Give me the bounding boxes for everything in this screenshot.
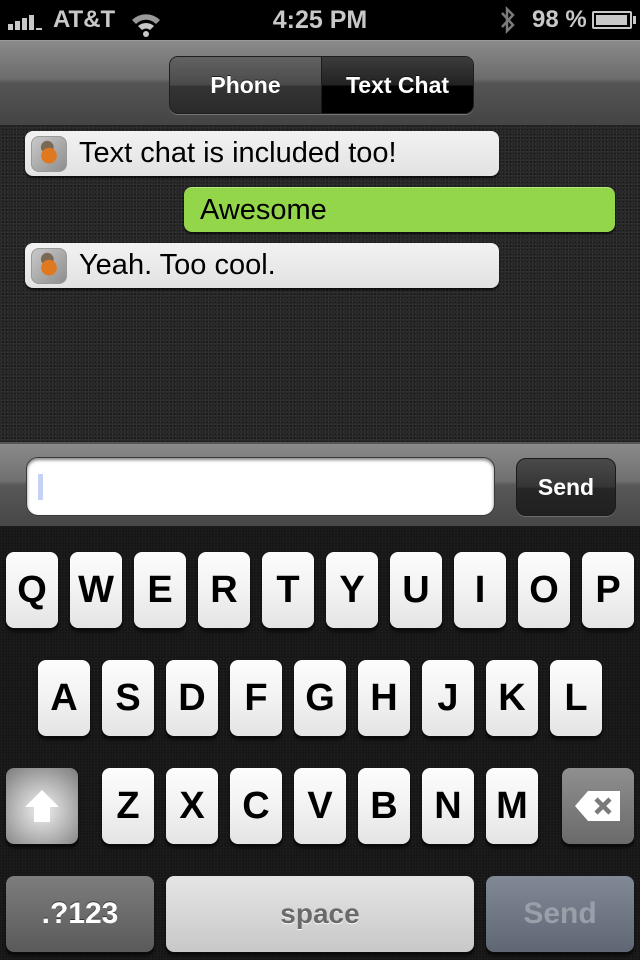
status-bar: AT&T 4:25 PM 98 % — [0, 0, 640, 40]
backspace-icon — [575, 791, 620, 821]
key-k[interactable]: K — [486, 660, 538, 736]
key-m[interactable]: M — [486, 768, 538, 844]
key-q[interactable]: Q — [6, 552, 58, 628]
battery-icon — [592, 0, 636, 40]
segmented-control: Phone Text Chat — [169, 56, 474, 114]
key-x[interactable]: X — [166, 768, 218, 844]
key-i[interactable]: I — [454, 552, 506, 628]
key-a[interactable]: A — [38, 660, 90, 736]
keyboard: QWERTYUIOP ASDFGHJKL ZXCVBNM .?123 space… — [0, 528, 640, 960]
message-bubble-incoming: Text chat is included too! — [25, 131, 499, 176]
bluetooth-icon — [499, 0, 517, 40]
key-o[interactable]: O — [518, 552, 570, 628]
key-s[interactable]: S — [102, 660, 154, 736]
message-input[interactable] — [26, 457, 495, 516]
message-bubble-incoming: Yeah. Too cool. — [25, 243, 499, 288]
key-b[interactable]: B — [358, 768, 410, 844]
shift-key[interactable] — [6, 768, 78, 844]
message-text: Yeah. Too cool. — [79, 249, 276, 281]
key-z[interactable]: Z — [102, 768, 154, 844]
tab-text-chat[interactable]: Text Chat — [322, 57, 473, 113]
send-button[interactable]: Send — [516, 458, 616, 516]
shift-arrow-icon — [25, 790, 59, 822]
key-g[interactable]: G — [294, 660, 346, 736]
key-j[interactable]: J — [422, 660, 474, 736]
message-text: Awesome — [200, 193, 327, 226]
key-y[interactable]: Y — [326, 552, 378, 628]
robin-bird-avatar — [31, 247, 67, 284]
key-c[interactable]: C — [230, 768, 282, 844]
message-bubble-outgoing: Awesome — [184, 187, 615, 232]
robin-bird-avatar — [31, 135, 67, 172]
battery-percent: 98 % — [532, 6, 587, 33]
key-e[interactable]: E — [134, 552, 186, 628]
key-d[interactable]: D — [166, 660, 218, 736]
chat-transcript[interactable]: Text chat is included too! Awesome Yeah.… — [0, 126, 640, 442]
numbers-mode-key[interactable]: .?123 — [6, 876, 154, 952]
key-p[interactable]: P — [582, 552, 634, 628]
key-w[interactable]: W — [70, 552, 122, 628]
message-text: Text chat is included too! — [79, 137, 397, 169]
composer-bar: Send — [0, 442, 640, 528]
key-n[interactable]: N — [422, 768, 474, 844]
text-cursor — [38, 474, 43, 500]
keyboard-send-key[interactable]: Send — [486, 876, 634, 952]
key-t[interactable]: T — [262, 552, 314, 628]
key-h[interactable]: H — [358, 660, 410, 736]
key-u[interactable]: U — [390, 552, 442, 628]
key-l[interactable]: L — [550, 660, 602, 736]
tab-phone[interactable]: Phone — [170, 57, 322, 113]
key-v[interactable]: V — [294, 768, 346, 844]
key-r[interactable]: R — [198, 552, 250, 628]
delete-key[interactable] — [562, 768, 634, 844]
key-f[interactable]: F — [230, 660, 282, 736]
nav-bar: Phone Text Chat — [0, 40, 640, 126]
space-key[interactable]: space — [166, 876, 474, 952]
